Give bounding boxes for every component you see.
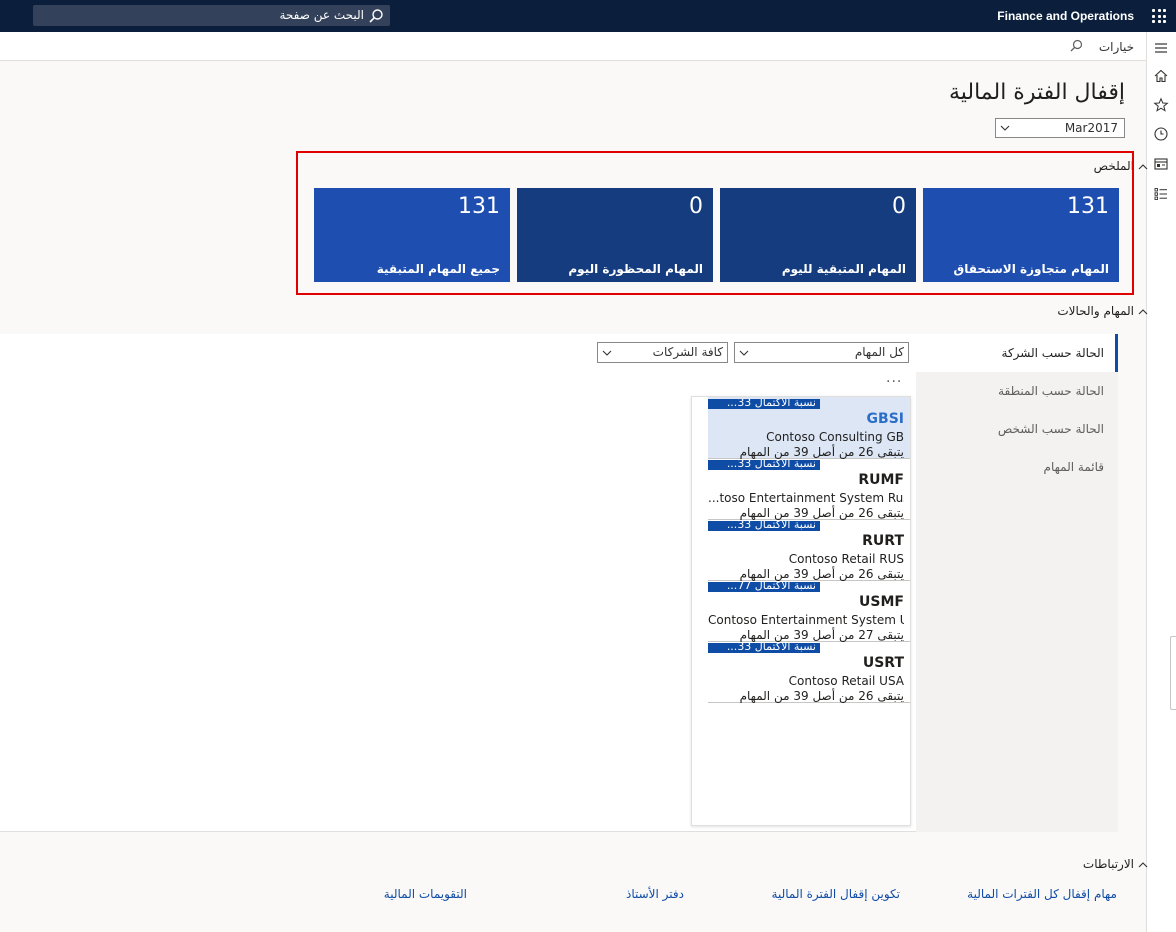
chevron-down-icon [739,350,749,356]
company-code: GBSI [866,411,904,427]
companies-filter-value: كافة الشركات [652,345,723,359]
tile-overdue-tasks[interactable]: 131 المهام متجاوزة الاستحقاق [923,188,1119,282]
chevron-up-icon [1138,308,1148,314]
tab-task-list[interactable]: قائمة المهام [1044,460,1104,474]
company-name: Contoso Entertainment System USA [708,613,904,627]
top-bar: Finance and Operations البحث عن صفحة [0,0,1176,32]
company-name: Contoso Retail RUS [788,552,904,566]
company-name: Contoso Consulting GB [766,430,904,444]
tile-all-remaining[interactable]: 131 جميع المهام المتبقية [314,188,510,282]
remaining-tasks: يتبقى 26 من أصل 39 من المهام [739,445,904,459]
modules-list-icon[interactable] [1153,186,1169,202]
search-icon[interactable] [1068,38,1084,54]
tasks-section-title: المهام والحالات [1057,304,1134,318]
list-item[interactable]: نسبة الاكتمال 77... USMF Contoso Enterta… [708,580,910,642]
link-fiscal-calendars[interactable]: التقويمات المالية [384,887,467,901]
app-launcher-icon[interactable] [1152,9,1166,23]
remaining-tasks: يتبقى 26 من أصل 39 من المهام [739,689,904,703]
app-title[interactable]: Finance and Operations [997,9,1134,23]
remaining-tasks: يتبقى 27 من أصل 39 من المهام [739,628,904,642]
remaining-tasks: يتبقى 26 من أصل 39 من المهام [739,506,904,520]
list-item[interactable]: نسبة الاكتمال 33... RUMF ...toso Enterta… [708,458,910,520]
tasks-filter-dropdown[interactable]: كل المهام [734,342,909,363]
period-dropdown[interactable]: Mar2017 [995,118,1125,138]
search-placeholder: البحث عن صفحة [279,8,364,22]
completion-progress-bar: نسبة الاكتمال 33... [708,399,820,409]
home-icon[interactable] [1153,68,1169,84]
tile-count: 0 [689,194,703,219]
page-title: إقفال الفترة المالية [948,80,1125,105]
chevron-down-icon [1000,125,1010,131]
navigation-rail [1146,32,1176,932]
company-code: RURT [862,533,904,549]
link-period-close-configuration[interactable]: تكوين إقفال الفترة المالية [772,887,900,901]
search-input[interactable]: البحث عن صفحة [33,5,390,26]
completion-progress-bar: نسبة الاكتمال 33... [708,460,820,470]
tile-label: المهام متجاوزة الاستحقاق [953,262,1109,276]
tile-label: المهام المحظورة اليوم [568,262,703,276]
company-code: USRT [862,655,904,671]
workspaces-icon[interactable] [1153,156,1169,172]
company-name: Contoso Retail USA [788,674,904,688]
links-section-header[interactable]: الارتباطات [1083,857,1148,871]
tasks-workspace: الحالة حسب الشركة الحالة حسب المنطقة الح… [0,334,1118,832]
options-button[interactable]: خيارات [1099,40,1134,54]
completion-progress-bar: نسبة الاكتمال 33... [708,643,820,653]
tasks-filter-value: كل المهام [854,345,904,359]
tasks-section-header[interactable]: المهام والحالات [1057,304,1148,318]
link-general-ledger[interactable]: دفتر الأستاذ [626,887,684,901]
tile-label: جميع المهام المتبقية [376,262,500,276]
companies-filter-dropdown[interactable]: كافة الشركات [597,342,728,363]
company-name: ...toso Entertainment System Russia [708,491,904,505]
tile-count: 131 [458,194,500,219]
chevron-down-icon [602,350,612,356]
list-item[interactable]: نسبة الاكتمال 33... RURT Contoso Retail … [708,519,910,581]
remaining-tasks: يتبقى 26 من أصل 39 من المهام [739,567,904,581]
search-icon [369,9,383,23]
vertical-tabs: الحالة حسب الشركة الحالة حسب المنطقة الح… [916,334,1118,832]
company-code: USMF [859,594,904,610]
tab-status-by-person[interactable]: الحالة حسب الشخص [998,422,1104,436]
list-item[interactable]: نسبة الاكتمال 33... USRT Contoso Retail … [708,641,910,703]
links-section-title: الارتباطات [1082,857,1134,871]
chevron-up-icon [1138,861,1148,867]
tab-status-by-region[interactable]: الحالة حسب المنطقة [998,384,1104,398]
period-value: Mar2017 [1064,121,1118,135]
side-panel-handle[interactable] [1170,636,1176,710]
company-status-list: نسبة الاكتمال 33... GBSI Contoso Consult… [691,396,911,826]
more-options-button[interactable]: ... [886,370,902,386]
tile-count: 131 [1067,194,1109,219]
completion-progress-bar: نسبة الاكتمال 33... [708,521,820,531]
chevron-up-icon [1138,163,1148,169]
favorites-star-icon[interactable] [1153,97,1169,113]
completion-progress-bar: نسبة الاكتمال 77... [708,582,820,592]
list-item[interactable]: نسبة الاكتمال 33... GBSI Contoso Consult… [708,397,910,459]
tile-count: 0 [892,194,906,219]
company-code: RUMF [858,472,904,488]
tile-blocked-today[interactable]: 0 المهام المحظورة اليوم [517,188,713,282]
tab-status-by-company[interactable]: الحالة حسب الشركة [1002,346,1104,360]
tile-remaining-today[interactable]: 0 المهام المتبقية لليوم [720,188,916,282]
tile-label: المهام المتبقية لليوم [781,262,906,276]
hamburger-menu-icon[interactable] [1153,40,1169,56]
link-all-period-close-tasks[interactable]: مهام إقفال كل الفترات المالية [967,887,1117,901]
action-bar: خيارات [0,32,1146,61]
recent-clock-icon[interactable] [1153,126,1169,142]
